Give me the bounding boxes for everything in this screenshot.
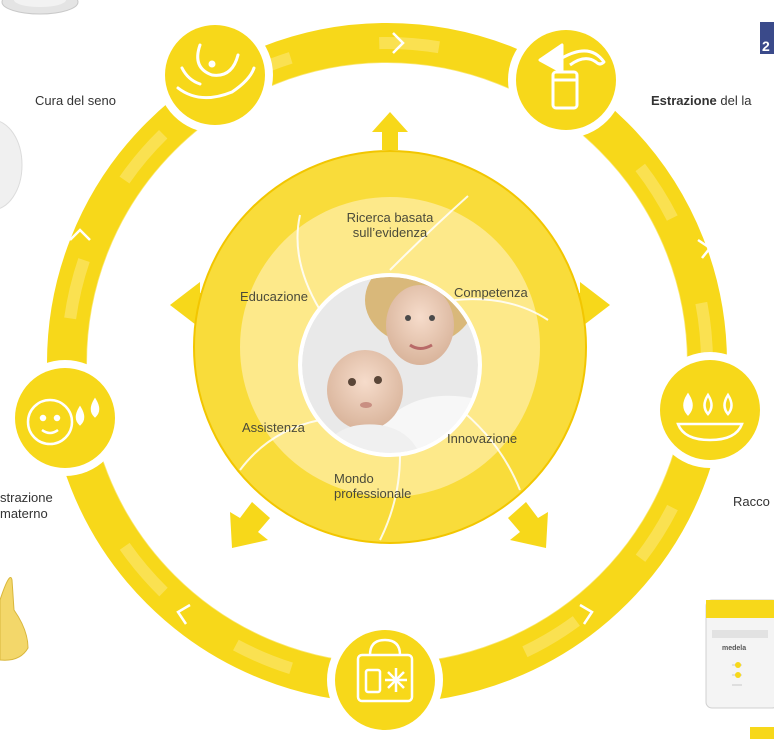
bottom-right-product-fragment bbox=[750, 727, 774, 739]
segment-education: Educazione bbox=[240, 289, 308, 304]
left-breast-shell-fragment bbox=[0, 121, 23, 209]
care-cycle-diagram bbox=[0, 0, 774, 739]
product-brand-logo: medela bbox=[722, 645, 747, 652]
label-feeding-line2: materno bbox=[0, 506, 48, 521]
feeding-node bbox=[7, 360, 123, 476]
breast-care-node bbox=[157, 17, 273, 133]
label-breast-care: Cura del seno bbox=[35, 93, 116, 108]
segment-professional-line1: Mondo bbox=[334, 471, 374, 486]
top-left-product-fragment bbox=[1, 0, 79, 15]
label-feeding-line1: strazione bbox=[0, 490, 53, 505]
segment-assistance: Assistenza bbox=[242, 420, 305, 435]
segment-research-line1: Ricerca basata bbox=[346, 210, 434, 225]
segment-professional-line2: professionale bbox=[334, 486, 412, 501]
label-collection: Racco bbox=[733, 494, 770, 509]
baby-bottle-teat-fragment bbox=[0, 577, 29, 661]
label-milk-expression: Estrazione del la bbox=[651, 93, 751, 108]
corner-badge: 2 bbox=[760, 22, 774, 54]
storage-node bbox=[327, 622, 443, 738]
label-expression-bold: Estrazione bbox=[651, 93, 717, 108]
segment-research: Ricerca basata sull’evidenza bbox=[330, 210, 450, 240]
milk-storage-bag-fragment bbox=[705, 599, 774, 709]
segment-research-line2: sull’evidenza bbox=[352, 225, 428, 240]
collection-node bbox=[652, 352, 768, 468]
expression-node bbox=[508, 22, 624, 138]
label-expression-rest: del la bbox=[716, 93, 752, 108]
segment-innovation: Innovazione bbox=[447, 431, 518, 446]
segment-professional: Mondo professionale bbox=[334, 471, 411, 501]
segment-competence: Competenza bbox=[454, 285, 528, 300]
label-feeding: strazione materno bbox=[0, 490, 53, 522]
